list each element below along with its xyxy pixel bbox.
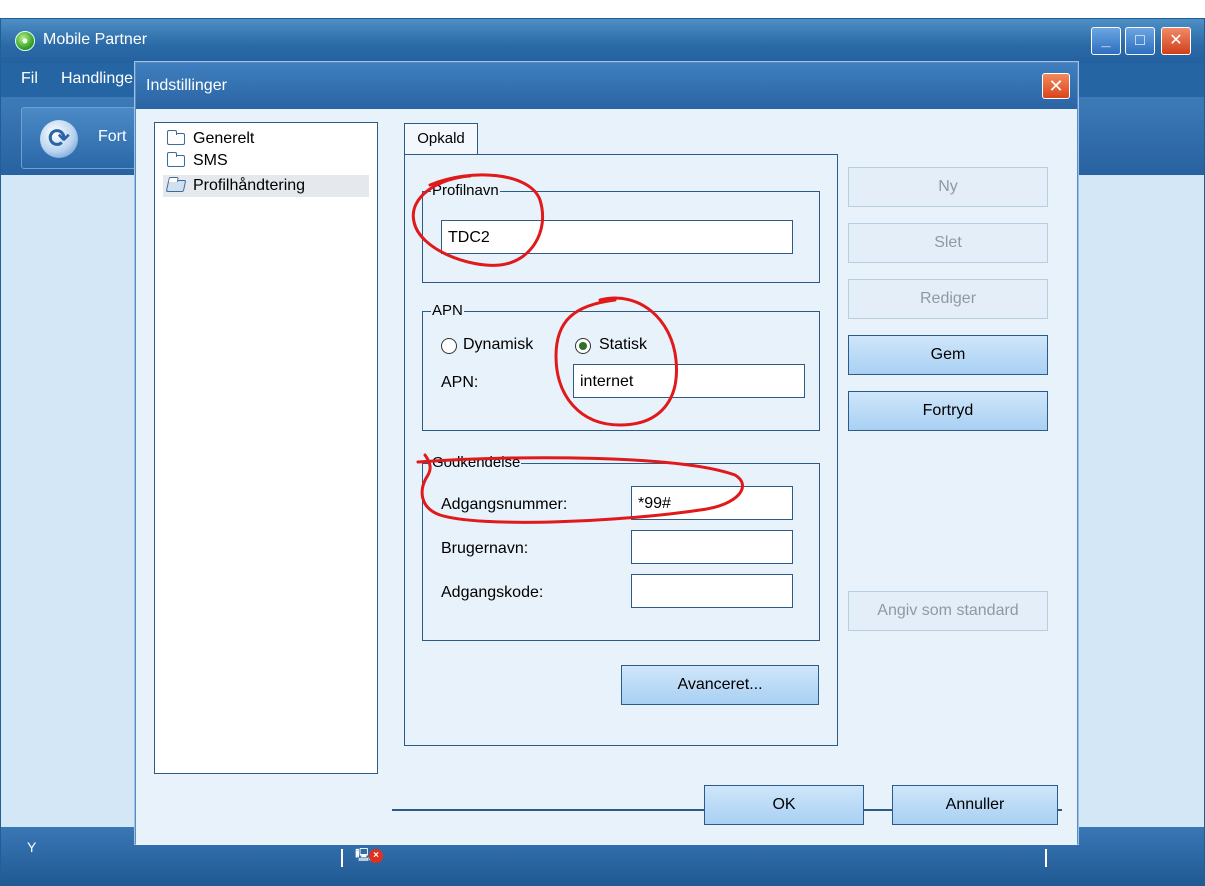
maximize-button[interactable]: □ — [1125, 27, 1155, 55]
status-separator — [1045, 849, 1047, 867]
minimize-button[interactable]: _ — [1091, 27, 1121, 55]
ok-button[interactable]: OK — [704, 785, 864, 825]
signal-icon: Y — [27, 839, 37, 855]
app-title: Mobile Partner — [43, 31, 148, 48]
menu-file[interactable]: Fil — [21, 70, 38, 88]
refresh-icon: ⟳ — [40, 120, 78, 158]
apn-dynamic-radio[interactable] — [441, 338, 457, 354]
tree-item-label: SMS — [193, 152, 228, 169]
dialog-titlebar[interactable]: Indstillinger ✕ — [136, 63, 1077, 109]
username-label: Brugernavn: — [441, 540, 529, 557]
apn-dynamic-label: Dynamisk — [463, 336, 534, 353]
profile-name-group: Profilnavn TDC2 — [422, 182, 820, 283]
tab-opkald[interactable]: Opkald — [404, 123, 478, 155]
save-button[interactable]: Gem — [848, 335, 1048, 375]
authentication-group: Godkendelse Adgangsnummer: *99# Brugerna… — [422, 454, 820, 641]
edit-button[interactable]: Rediger — [848, 279, 1048, 319]
apn-legend: APN — [431, 302, 464, 319]
apn-static-radio[interactable] — [575, 338, 591, 354]
apn-label: APN: — [441, 374, 479, 391]
settings-dialog: Indstillinger ✕ Generelt SMS Profilhåndt… — [135, 62, 1078, 845]
tab-panel-opkald: Profilnavn TDC2 APN Dynamisk Statisk APN… — [404, 154, 838, 746]
folder-icon — [167, 130, 185, 145]
tree-item-label: Generelt — [193, 130, 255, 147]
close-button[interactable]: ✕ — [1161, 27, 1191, 55]
connection-status-icon: 🖳 × — [355, 847, 383, 865]
undo-button[interactable]: Fortryd — [848, 391, 1048, 431]
profile-name-input[interactable]: TDC2 — [441, 220, 793, 254]
folder-icon — [167, 152, 185, 167]
folder-open-icon — [165, 180, 187, 192]
tree-item-generelt[interactable]: Generelt — [163, 128, 369, 150]
app-icon: ● — [15, 31, 35, 51]
settings-tree: Generelt SMS Profilhåndtering — [154, 122, 378, 774]
set-default-button[interactable]: Angiv som standard — [848, 591, 1048, 631]
menu-actions[interactable]: Handlinger — [61, 70, 138, 88]
advanced-button[interactable]: Avanceret... — [621, 665, 819, 705]
profile-name-legend: Profilnavn — [431, 182, 500, 199]
apn-group: APN Dynamisk Statisk APN: internet — [422, 302, 820, 431]
apn-input[interactable]: internet — [573, 364, 805, 398]
tree-item-label: Profilhåndtering — [193, 177, 306, 194]
authentication-legend: Godkendelse — [431, 454, 522, 471]
connect-button-label: Fort — [98, 128, 127, 145]
connect-button[interactable]: ⟳ Fort — [21, 107, 151, 169]
password-input[interactable] — [631, 574, 793, 608]
tree-item-profile-management[interactable]: Profilhåndtering — [163, 175, 369, 197]
cancel-button[interactable]: Annuller — [892, 785, 1058, 825]
delete-button[interactable]: Slet — [848, 223, 1048, 263]
password-label: Adgangskode: — [441, 584, 544, 601]
access-number-input[interactable]: *99# — [631, 486, 793, 520]
dialog-title: Indstillinger — [146, 77, 227, 94]
status-separator — [341, 849, 343, 867]
username-input[interactable] — [631, 530, 793, 564]
main-titlebar[interactable]: ● Mobile Partner _ □ ✕ — [1, 19, 1204, 63]
apn-static-label: Statisk — [599, 336, 648, 353]
dialog-close-button[interactable]: ✕ — [1042, 73, 1070, 99]
access-number-label: Adgangsnummer: — [441, 496, 568, 513]
new-button[interactable]: Ny — [848, 167, 1048, 207]
tree-item-sms[interactable]: SMS — [163, 150, 369, 172]
disconnected-icon: × — [369, 849, 383, 863]
dialog-body: Generelt SMS Profilhåndtering Opkald Pro… — [136, 109, 1077, 845]
